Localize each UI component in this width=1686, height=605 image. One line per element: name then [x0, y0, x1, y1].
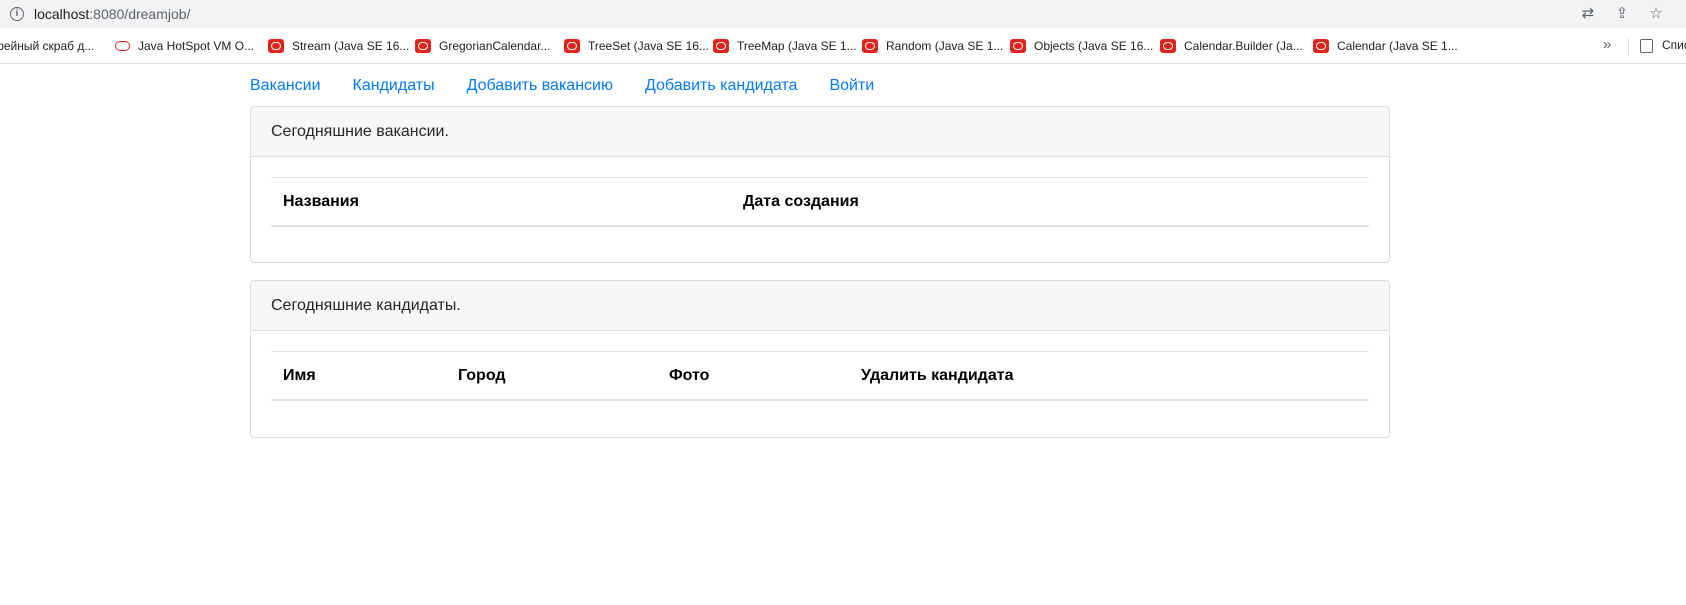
nav-candidates-link[interactable]: Кандидаты [353, 76, 435, 100]
candidates-card-title: Сегодняшние кандидаты. [251, 281, 1389, 331]
url-path: :8080/dreamjob/ [89, 6, 191, 22]
oracle-icon [1313, 39, 1329, 53]
bookmark-item[interactable]: Java HotSpot VM O... [114, 38, 254, 54]
bookmark-label: Objects (Java SE 16... [1034, 39, 1154, 53]
site-info-icon[interactable]: i [10, 7, 24, 21]
nav-add-vacancy-link[interactable]: Добавить вакансию [467, 76, 613, 100]
column-header-title: Названия [283, 193, 359, 210]
oracle-icon [114, 39, 130, 53]
bookmark-item[interactable]: Calendar (Java SE 1... [1313, 38, 1458, 54]
bookmark-label: Java HotSpot VM O... [138, 39, 255, 53]
column-header-photo: Фото [669, 367, 710, 384]
bookmark-item[interactable]: TreeSet (Java SE 16... [564, 38, 709, 54]
oracle-icon [862, 39, 878, 53]
reading-list-label[interactable]: Спис [1662, 38, 1686, 52]
nav-vacancies-link[interactable]: Вакансии [250, 76, 321, 100]
vacancies-card: Сегодняшние вакансии. Названия Дата созд… [250, 106, 1390, 263]
bookmarks-divider [1628, 38, 1629, 56]
column-header-city: Город [458, 367, 506, 384]
candidates-table: Имя Город Фото Удалить кандидата [271, 351, 1369, 401]
nav-add-candidate-link[interactable]: Добавить кандидата [645, 76, 797, 100]
bookmark-label: фейный скраб д... [0, 39, 95, 53]
main-nav: Вакансии Кандидаты Добавить вакансию Доб… [250, 76, 906, 100]
bookmark-item[interactable]: TreeMap (Java SE 1... [713, 38, 857, 54]
bookmark-item[interactable]: Random (Java SE 1... [862, 38, 1003, 54]
oracle-icon [1160, 39, 1176, 53]
bookmark-label: Stream (Java SE 16... [292, 39, 410, 53]
candidates-card: Сегодняшние кандидаты. Имя Город Фото Уд… [250, 280, 1390, 438]
oracle-icon [1010, 39, 1026, 53]
address-bar[interactable]: i localhost:8080/dreamjob/ ⇄ ⇪ ☆ [0, 0, 1686, 28]
bookmark-item[interactable]: фейный скраб д... [0, 38, 94, 54]
share-icon[interactable]: ⇪ [1612, 4, 1632, 24]
oracle-icon [713, 39, 729, 53]
vacancies-table: Названия Дата создания [271, 177, 1369, 227]
oracle-icon [564, 39, 580, 53]
bookmark-item[interactable]: Stream (Java SE 16... [268, 38, 409, 54]
bookmark-label: TreeMap (Java SE 1... [737, 39, 857, 53]
bookmark-label: Calendar.Builder (Ja... [1184, 39, 1303, 53]
bookmark-label: TreeSet (Java SE 16... [588, 39, 709, 53]
vacancies-card-title: Сегодняшние вакансии. [251, 107, 1389, 157]
column-header-name: Имя [283, 367, 316, 384]
column-header-created: Дата создания [743, 193, 859, 210]
oracle-icon [268, 39, 284, 53]
bookmark-star-icon[interactable]: ☆ [1646, 4, 1666, 24]
bookmark-item[interactable]: Objects (Java SE 16... [1010, 38, 1153, 54]
nav-login-link[interactable]: Войти [829, 76, 874, 100]
more-bookmarks-icon[interactable]: » [1603, 36, 1611, 53]
oracle-icon [415, 39, 431, 53]
bookmark-label: Random (Java SE 1... [886, 39, 1004, 53]
bookmark-item[interactable]: Calendar.Builder (Ja... [1160, 38, 1303, 54]
column-header-delete: Удалить кандидата [861, 367, 1014, 384]
bookmark-label: Calendar (Java SE 1... [1337, 39, 1458, 53]
url-text[interactable]: localhost:8080/dreamjob/ [34, 6, 190, 22]
translate-icon[interactable]: ⇄ [1578, 4, 1598, 24]
bookmark-label: GregorianCalendar... [439, 39, 551, 53]
bookmarks-bar: фейный скраб д... Java HotSpot VM O... S… [0, 28, 1686, 64]
reading-list-icon[interactable] [1640, 39, 1653, 53]
url-host: localhost [34, 6, 90, 22]
bookmark-item[interactable]: GregorianCalendar... [415, 38, 550, 54]
